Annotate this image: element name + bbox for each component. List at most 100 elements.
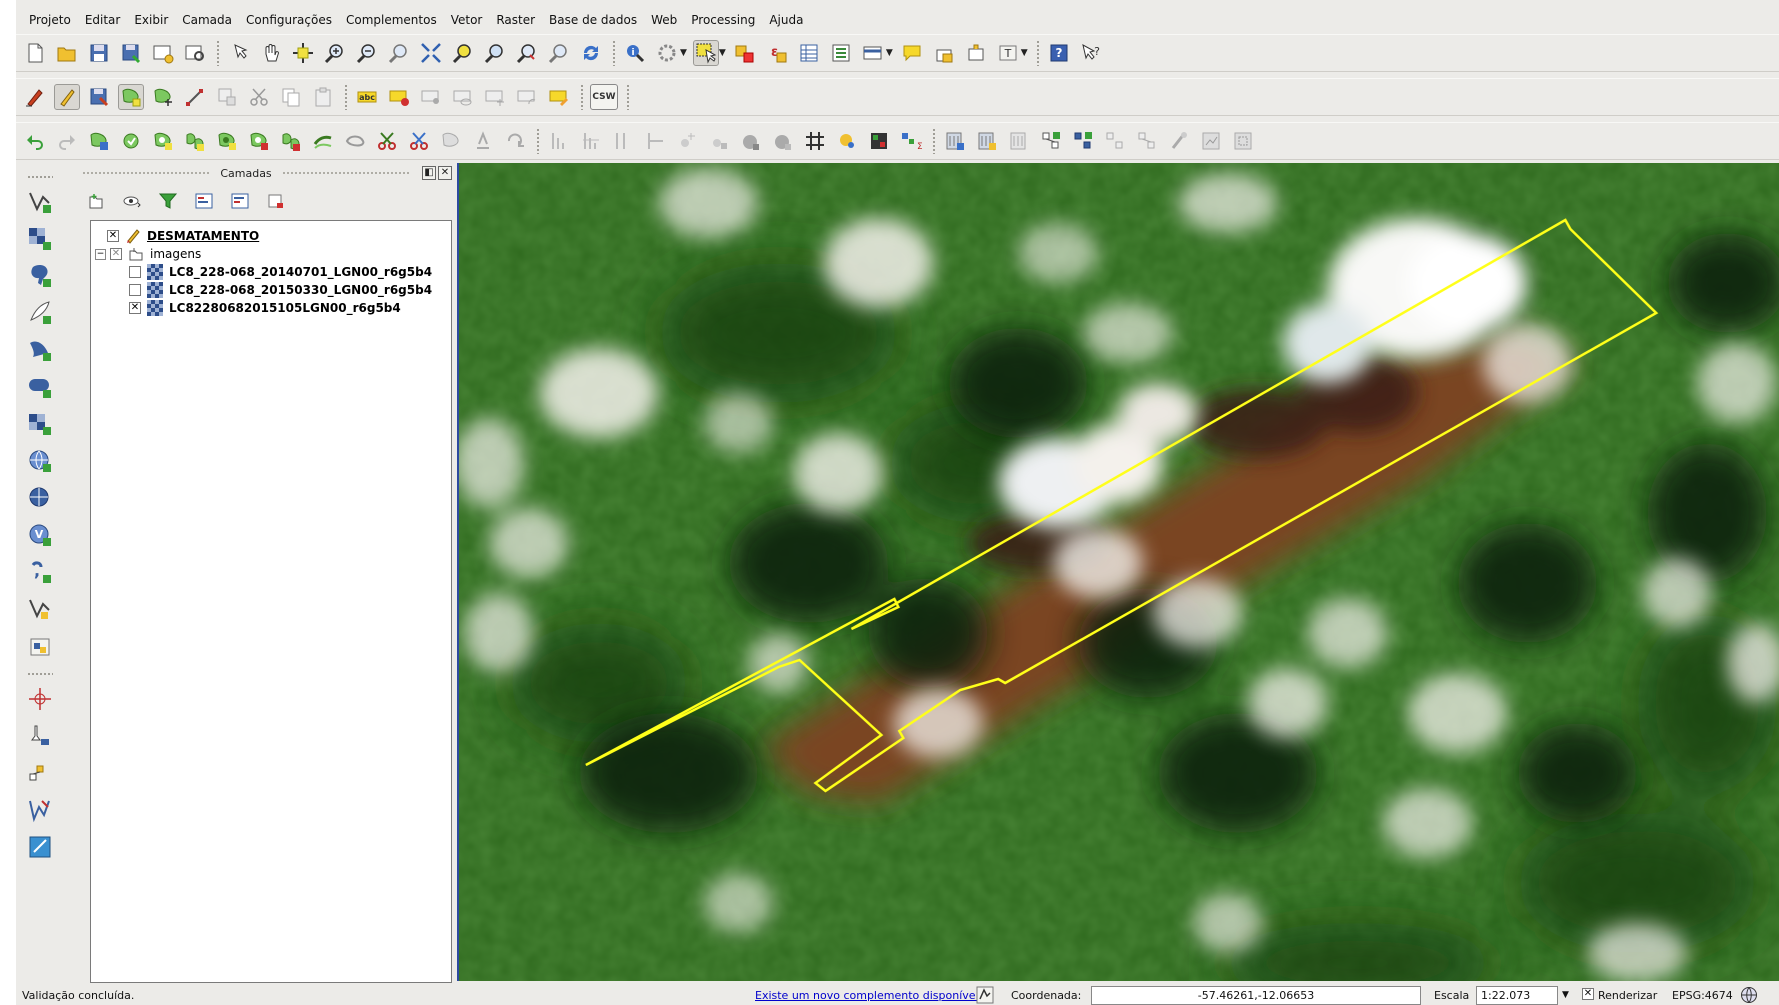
menu-editar[interactable]: Editar bbox=[78, 13, 128, 27]
close-icon[interactable]: ✕ bbox=[438, 166, 452, 180]
zoom-out-button[interactable] bbox=[354, 40, 380, 66]
open-project-button[interactable] bbox=[54, 40, 80, 66]
map-canvas[interactable] bbox=[457, 163, 1779, 981]
menu-camada[interactable]: Camada bbox=[175, 13, 239, 27]
chevron-down-icon[interactable]: ▼ bbox=[719, 48, 726, 58]
new-geopackage-button[interactable] bbox=[25, 631, 55, 661]
toolbar-grip[interactable] bbox=[1035, 40, 1040, 66]
menu-raster[interactable]: Raster bbox=[489, 13, 542, 27]
composer-manager-button[interactable] bbox=[182, 40, 208, 66]
zoom-full-button[interactable] bbox=[418, 40, 444, 66]
menu-complementos[interactable]: Complementos bbox=[339, 13, 444, 27]
menu-exibir[interactable]: Exibir bbox=[127, 13, 175, 27]
manage-visibility-icon[interactable] bbox=[120, 189, 144, 213]
chevron-down-icon[interactable]: ▼ bbox=[886, 48, 893, 58]
new-spatialite-button[interactable] bbox=[1070, 128, 1096, 154]
grid-snap-button[interactable] bbox=[802, 128, 828, 154]
menu-configuracoes[interactable]: Configurações bbox=[239, 13, 339, 27]
field-calculator-button[interactable] bbox=[828, 40, 854, 66]
menu-web[interactable]: Web bbox=[644, 13, 684, 27]
save-layer-edits-button[interactable] bbox=[86, 84, 112, 110]
add-wcs-button[interactable] bbox=[1006, 128, 1032, 154]
undo-button[interactable] bbox=[22, 128, 48, 154]
identify-features-button[interactable]: i bbox=[622, 40, 648, 66]
delete-part-button[interactable] bbox=[278, 128, 304, 154]
toggle-editing-button[interactable] bbox=[54, 84, 80, 110]
paste-features-button[interactable] bbox=[310, 84, 336, 110]
filter-legend-button[interactable] bbox=[156, 189, 180, 213]
toolbar-grip[interactable] bbox=[612, 40, 616, 66]
highlight-pinned-labels-button[interactable] bbox=[418, 84, 444, 110]
chevron-down-icon[interactable]: ▼ bbox=[1021, 48, 1028, 58]
add-vector-layer-button[interactable] bbox=[25, 187, 55, 217]
layer-item-raster-20150330[interactable]: LC8_228-068_20150330_LGN00_r6g5b4 bbox=[129, 281, 432, 299]
zoom-actual-size-button[interactable] bbox=[386, 40, 412, 66]
toggle-extents-icon[interactable] bbox=[976, 986, 994, 1004]
save-as-button[interactable] bbox=[118, 40, 144, 66]
toolbar-grip[interactable] bbox=[27, 175, 53, 179]
perpendicular-line-button[interactable] bbox=[642, 128, 668, 154]
toolbar-grip[interactable] bbox=[344, 84, 348, 110]
fill-ring-button[interactable] bbox=[214, 128, 240, 154]
add-wms-layer-button[interactable] bbox=[25, 446, 55, 476]
move-label-button[interactable] bbox=[482, 84, 508, 110]
crs-status[interactable]: EPSG:4674 bbox=[1672, 989, 1733, 1002]
show-bookmarks-button[interactable] bbox=[963, 40, 989, 66]
menu-vetor[interactable]: Vetor bbox=[444, 13, 490, 27]
coordinate-capture-button[interactable] bbox=[25, 684, 55, 714]
pan-map-button[interactable] bbox=[258, 40, 284, 66]
raster-clip-button[interactable] bbox=[1230, 128, 1256, 154]
help-contents-button[interactable]: ? bbox=[1046, 40, 1072, 66]
zoom-to-selection-button[interactable] bbox=[450, 40, 476, 66]
layer-item-raster-2015105[interactable]: ✕ LC82280682015105LGN00_r6g5b4 bbox=[129, 299, 401, 317]
spline-tool-button[interactable] bbox=[546, 128, 572, 154]
rotate-point-symbols-button[interactable] bbox=[502, 128, 528, 154]
layer-item-raster-20140701[interactable]: LC8_228-068_20140701_LGN00_r6g5b4 bbox=[129, 263, 432, 281]
add-postgis-layer-button[interactable] bbox=[25, 261, 55, 291]
add-wcs-layer-button[interactable] bbox=[25, 483, 55, 513]
pan-to-selection-button[interactable] bbox=[290, 40, 316, 66]
move-feature-button[interactable] bbox=[150, 84, 176, 110]
layers-panel-title-bar[interactable]: Camadas ◧ ✕ bbox=[72, 163, 452, 183]
select-features-button[interactable] bbox=[692, 40, 719, 66]
raster-calculator-button[interactable] bbox=[866, 128, 892, 154]
map-swipe-button[interactable] bbox=[25, 832, 55, 862]
merge-attributes-button[interactable] bbox=[470, 128, 496, 154]
merge-features-button[interactable] bbox=[438, 128, 464, 154]
toolbar-grip[interactable] bbox=[626, 84, 630, 110]
attribute-table-button[interactable] bbox=[796, 40, 822, 66]
menu-base-de-dados[interactable]: Base de dados bbox=[542, 13, 644, 27]
simplify-feature-button[interactable] bbox=[118, 128, 144, 154]
offset-curve-button[interactable] bbox=[342, 128, 368, 154]
reshape-features-button[interactable] bbox=[310, 128, 336, 154]
show-hide-labels-button[interactable] bbox=[450, 84, 476, 110]
text-annotation-button[interactable]: T bbox=[995, 40, 1021, 66]
change-label-button[interactable] bbox=[546, 84, 572, 110]
cut-features-button[interactable] bbox=[246, 84, 272, 110]
add-oracle-layer-button[interactable] bbox=[25, 372, 55, 402]
new-plugin-available-link[interactable]: Existe um novo complemento disponível bbox=[755, 989, 979, 1002]
toolbar-grip[interactable] bbox=[216, 40, 220, 66]
new-shapefile-button[interactable] bbox=[1038, 128, 1064, 154]
zoom-next-button[interactable] bbox=[546, 40, 572, 66]
layer-visibility-checkbox[interactable]: ✕ bbox=[107, 230, 119, 242]
zonal-statistics-button[interactable]: Σ bbox=[898, 128, 924, 154]
add-wfs-layer-button[interactable]: V bbox=[25, 520, 55, 550]
statistics-button[interactable] bbox=[860, 40, 886, 66]
add-ring-button[interactable] bbox=[150, 128, 176, 154]
scale-combobox[interactable]: 1:22.073 bbox=[1476, 986, 1558, 1005]
touch-zoom-pan-button[interactable] bbox=[226, 40, 252, 66]
profile-tool-button[interactable] bbox=[25, 795, 55, 825]
measure-line-button[interactable] bbox=[25, 758, 55, 788]
deselect-features-button[interactable] bbox=[732, 40, 758, 66]
refresh-button[interactable] bbox=[578, 40, 604, 66]
chevron-down-icon[interactable]: ▼ bbox=[1562, 990, 1569, 1000]
add-wms-button[interactable] bbox=[942, 128, 968, 154]
layer-visibility-checkbox[interactable] bbox=[129, 284, 141, 296]
new-project-button[interactable] bbox=[22, 40, 48, 66]
delete-ring-button[interactable] bbox=[246, 128, 272, 154]
menu-ajuda[interactable]: Ajuda bbox=[762, 13, 810, 27]
save-project-button[interactable] bbox=[86, 40, 112, 66]
georeferencer-button[interactable] bbox=[1166, 128, 1192, 154]
circle-from-center-button[interactable] bbox=[738, 128, 764, 154]
